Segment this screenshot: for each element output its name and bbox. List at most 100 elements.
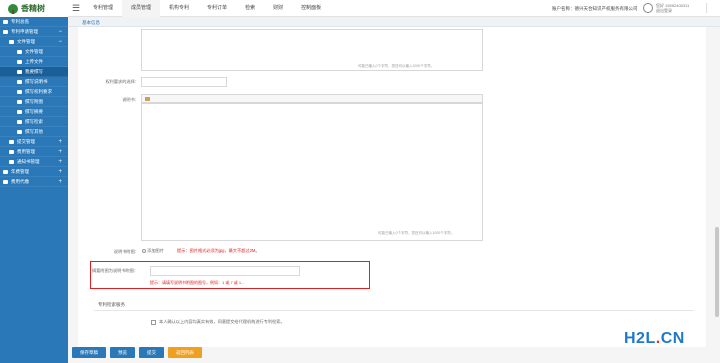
sidebar-item-write-search[interactable]: 撰写检索 [0,117,68,127]
sidebar-item-label: 提交管理 [17,138,35,144]
expand-icon[interactable]: + [58,179,62,185]
account-label: 账户名称： [552,6,575,11]
agree-text: 本人确认以上内容均真实有效，同意提交给代理机构进行专利检索。 [159,319,285,324]
sidebar-item-label: 专利总揽 [11,18,29,24]
sidebar-item-upload[interactable]: 上传文件 [0,57,68,67]
sidebar-item-label: 文件管理 [17,38,35,44]
menu-toggle-icon[interactable]: ☰ [72,3,80,14]
claims-select-label: 权利要求的选择： [105,79,139,84]
file-icon [17,79,22,84]
sidebar-item-label: 我要撰写 [25,68,43,74]
sidebar-item-label: 撰写附图 [25,98,43,104]
brand-logo[interactable]: 香精树 [0,0,68,17]
file-icon [17,59,22,64]
file-icon [17,99,22,104]
main-content: 可能已输入0个字符，您还可以输入1000个字符。 权利要求的选择： 说明书： 可… [68,27,720,363]
folder-icon [9,39,14,44]
tab-bar: 基本信息 [68,17,720,27]
sidebar-item-overview[interactable]: 专利总揽 [0,17,68,27]
nav-item-members[interactable]: 成员管理 [122,0,161,17]
watermark-part: CN [660,330,685,347]
abstract-figure-label: 摘要附图为说明书附图： [92,268,139,273]
top-nav: 专利管理 成员管理 机构专利 专利订单 检索 财财 控制面板 [84,0,330,17]
sidebar-item-write-abstract[interactable]: 撰写摘要 [0,107,68,117]
folder-icon [3,169,8,174]
tab-basic-info[interactable]: 基本信息 [82,20,100,26]
sidebar-item-write-other[interactable]: 撰写其他 [0,127,68,137]
file-icon [17,109,22,114]
folder-icon [9,159,14,164]
folder-icon [9,149,14,154]
nav-item-patent[interactable]: 专利管理 [84,0,122,17]
sidebar-item-fee-payment[interactable]: 费用代缴 + [0,177,68,187]
section-divider [94,310,694,311]
divider [706,3,707,13]
editor-toolbar [141,94,483,103]
file-icon [17,69,22,74]
expand-icon[interactable]: + [58,169,62,175]
scrollbar[interactable] [715,227,719,317]
expand-icon[interactable]: + [58,139,62,145]
nav-item-org-patent[interactable]: 机构专利 [160,0,198,17]
expand-icon[interactable]: + [58,159,62,165]
back-to-list-button[interactable]: 返回列表 [168,347,202,358]
expand-icon[interactable]: + [58,149,62,155]
submit-button[interactable]: 提交 [139,347,164,358]
folder-icon [3,19,8,24]
watermark-logo: H2L.CN [624,330,685,348]
sidebar: 专利总揽 专利申请管理 − 文件管理 − 文件管理 上传文件 我要撰写 撰写说明书 … [0,17,68,363]
sidebar-item-label: 年费管理 [11,168,29,174]
file-icon [17,129,22,134]
collapse-icon[interactable]: − [58,39,62,45]
sidebar-item-fees[interactable]: 费用管理 + [0,147,68,157]
sidebar-item-annual-fees[interactable]: 年费管理 + [0,167,68,177]
sidebar-item-label: 文件管理 [25,48,43,54]
figures-label: 说明书附图： [113,249,139,254]
sidebar-item-application[interactable]: 专利申请管理 − [0,27,68,37]
save-draft-button[interactable]: 保存草稿 [72,347,106,358]
brand-name: 香精树 [21,4,45,13]
folder-icon [9,139,14,144]
sidebar-item-write-desc[interactable]: 撰写说明书 [0,77,68,87]
add-image-label: 添加图片 [147,248,164,253]
radio-icon [142,248,146,253]
folder-icon [3,179,8,184]
sidebar-item-label: 撰写其他 [25,128,43,134]
preview-button[interactable]: 预览 [110,347,135,358]
sidebar-item-label: 费用管理 [17,148,35,154]
sidebar-item-write-claims[interactable]: 撰写权利要求 [0,87,68,97]
agree-row[interactable]: 本人确认以上内容均真实有效，同意提交给代理机构进行专利检索。 [151,319,285,325]
form-panel: 可能已输入0个字符，您还可以输入1000个字符。 权利要求的选择： 说明书： 可… [78,27,706,347]
description-editor[interactable] [141,103,483,241]
action-bar: 保存草稿 预览 提交 返回列表 [72,347,202,358]
folder-icon [3,29,8,34]
account-company: 德兴天合知识产权服务有限公司 [574,6,638,11]
image-insert-icon[interactable] [145,97,150,101]
add-image-button[interactable]: 添加图片 [142,248,164,254]
claims-select-input[interactable] [141,77,227,87]
sidebar-item-submit[interactable]: 提交管理 + [0,137,68,147]
agree-checkbox[interactable] [151,319,156,325]
nav-item-search[interactable]: 检索 [236,0,264,17]
section-title: 专利检索服务 [98,302,125,307]
sidebar-item-notices[interactable]: 通知书管理 + [0,157,68,167]
sidebar-item-write-figures[interactable]: 撰写附图 [0,97,68,107]
nav-item-control[interactable]: 控制面板 [292,0,330,17]
file-icon [17,49,22,54]
sidebar-item-files[interactable]: 文件管理 − [0,37,68,47]
nav-item-orders[interactable]: 专利订单 [198,0,236,17]
top-bar: 香精树 ☰ 专利管理 成员管理 机构专利 专利订单 检索 财财 控制面板 账户名… [0,0,720,17]
logout-link[interactable]: 退出登录 [656,8,689,13]
file-icon [17,119,22,124]
sidebar-item-file-manage[interactable]: 文件管理 [0,47,68,57]
sidebar-item-write[interactable]: 我要撰写 [0,67,68,77]
nav-item-finance[interactable]: 财财 [264,0,292,17]
sidebar-item-label: 通知书管理 [17,158,40,164]
sidebar-item-label: 上传文件 [25,58,43,64]
upload-hint: 提示：图片格式必须为jpg，最大不超过2M。 [177,248,260,253]
account-info: 账户名称：德兴天合知识产权服务有限公司 [552,0,638,17]
abstract-figure-input[interactable] [150,266,300,276]
collapse-icon[interactable]: − [58,29,62,35]
char-count-hint-2: 可能已输入0个字符，您还可以输入1000个字符。 [378,231,455,235]
user-avatar-icon[interactable] [643,3,653,13]
